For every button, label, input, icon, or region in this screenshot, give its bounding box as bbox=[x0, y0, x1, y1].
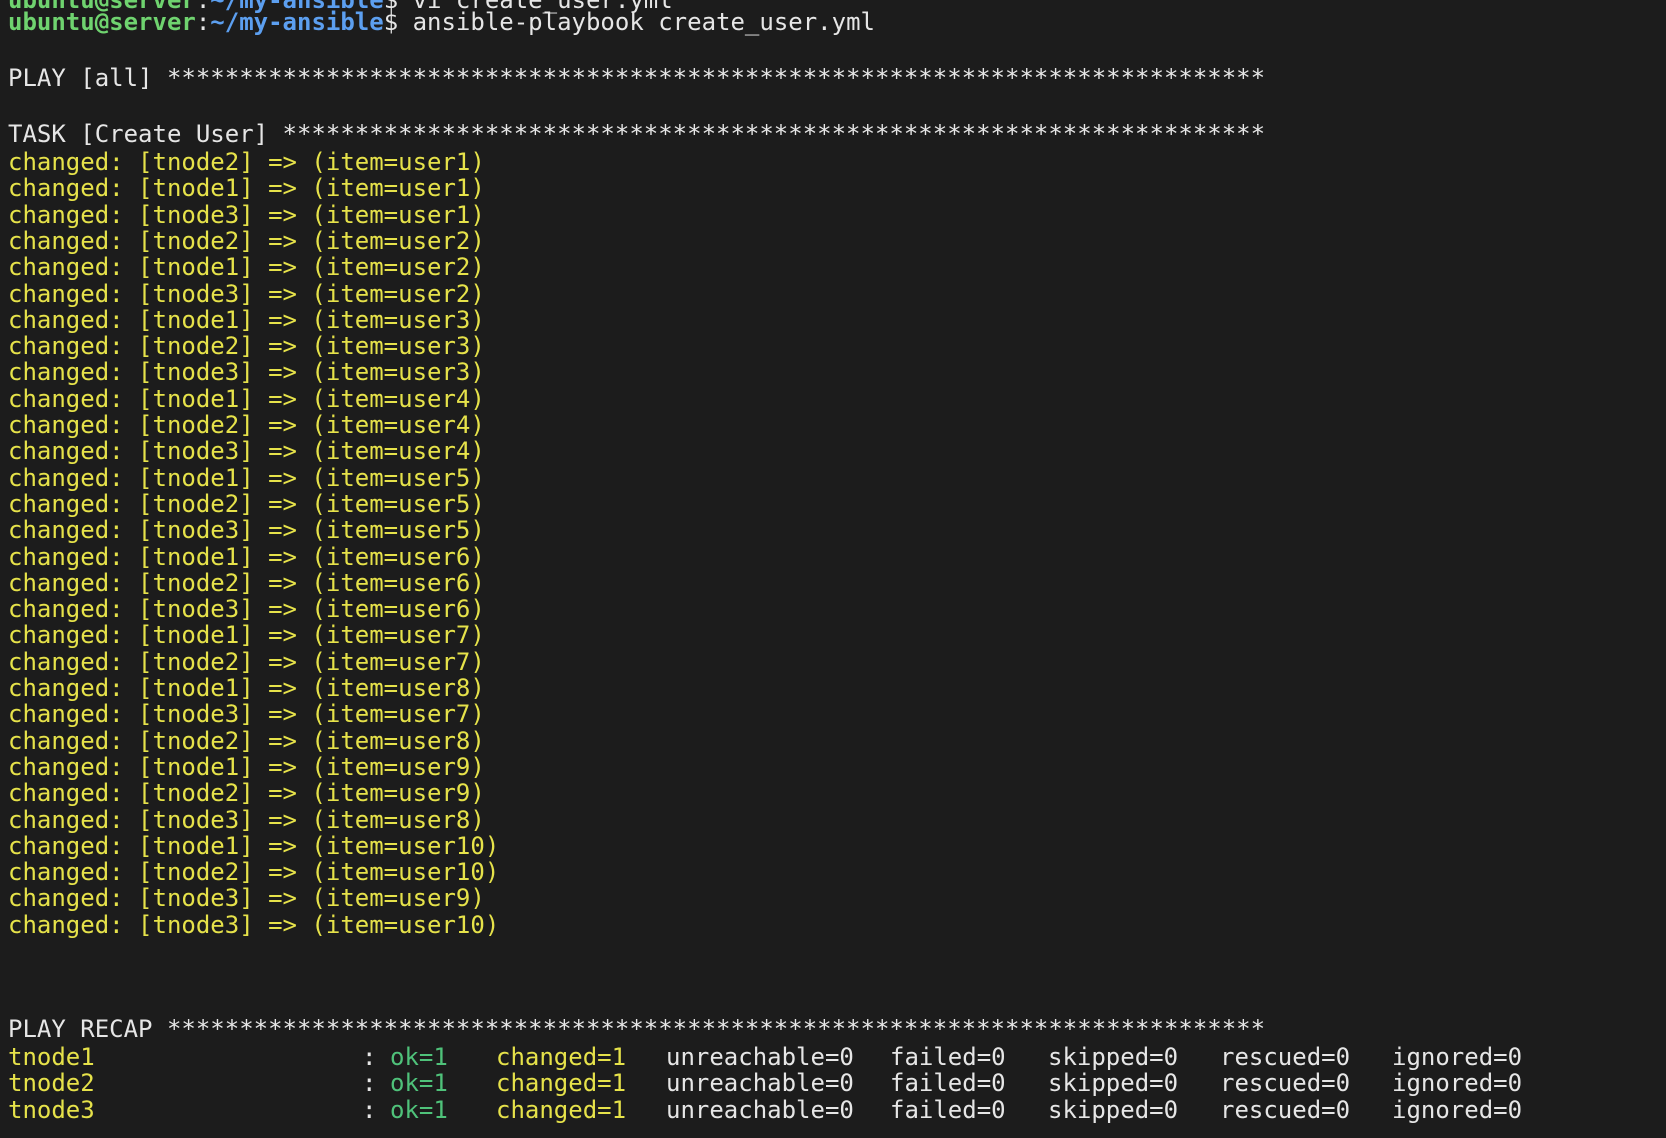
recap-host: tnode1 bbox=[8, 1043, 95, 1071]
recap-failed: failed=0 bbox=[890, 1043, 1006, 1071]
recap-ignored: ignored=0 bbox=[1392, 1043, 1523, 1071]
prompt-path: ~/my-ansible bbox=[210, 8, 384, 36]
recap-skipped: skipped=0 bbox=[1048, 1069, 1179, 1098]
recap-rescued: rescued=0 bbox=[1220, 1043, 1351, 1071]
task-output-line: changed: [tnode1] => (item=user4) bbox=[8, 384, 485, 413]
recap-failed: failed=0 bbox=[890, 1095, 1006, 1124]
task-output-line: changed: [tnode2] => (item=user2) bbox=[8, 226, 485, 255]
recap-rescued: rescued=0 bbox=[1220, 1069, 1351, 1098]
recap-colon: : bbox=[362, 1043, 377, 1071]
recap-ignored: ignored=0 bbox=[1392, 1069, 1523, 1098]
task-output-line: changed: [tnode3] => (item=user10) bbox=[8, 910, 500, 939]
task-output-line: changed: [tnode2] => (item=user4) bbox=[8, 411, 485, 439]
play-header: PLAY [all] *****************************… bbox=[8, 64, 1266, 92]
recap-skipped: skipped=0 bbox=[1048, 1043, 1179, 1071]
task-output-line: changed: [tnode1] => (item=user6) bbox=[8, 542, 485, 571]
task-output-line: changed: [tnode2] => (item=user5) bbox=[8, 489, 485, 518]
task-output-line: changed: [tnode3] => (item=user8) bbox=[8, 805, 485, 834]
recap-ignored: ignored=0 bbox=[1392, 1095, 1523, 1124]
recap-ok: ok=1 bbox=[390, 1069, 448, 1098]
task-output-line: changed: [tnode3] => (item=user3) bbox=[8, 358, 485, 387]
recap-colon: : bbox=[362, 1069, 377, 1098]
recap-colon: : bbox=[362, 1095, 377, 1124]
recap-row: tnode3: ok=1 changed=1 unreachable=0 failed=… bbox=[0, 1096, 1666, 1124]
task-output-line: changed: [tnode3] => (item=user2) bbox=[8, 279, 485, 308]
recap-row: tnode2: ok=1 changed=1 unreachable=0 failed=… bbox=[0, 1069, 1666, 1097]
task-output-line: changed: [tnode3] => (item=user7) bbox=[8, 700, 485, 729]
recap-failed: failed=0 bbox=[890, 1069, 1006, 1098]
recap-host: tnode2 bbox=[8, 1069, 95, 1098]
task-output-line: changed: [tnode3] => (item=user9) bbox=[8, 884, 485, 913]
task-output-line: changed: [tnode2] => (item=user6) bbox=[8, 568, 485, 597]
task-output-line: changed: [tnode1] => (item=user2) bbox=[8, 253, 485, 282]
task-output-line: changed: [tnode2] => (item=user1) bbox=[8, 148, 485, 176]
recap-unreachable: unreachable=0 bbox=[666, 1043, 854, 1071]
recap-changed: changed=1 bbox=[496, 1095, 627, 1124]
task-output-line: changed: [tnode3] => (item=user1) bbox=[8, 200, 485, 229]
play-recap-header: PLAY RECAP *****************************… bbox=[8, 1015, 1266, 1043]
recap-unreachable: unreachable=0 bbox=[666, 1069, 854, 1098]
recap-row: tnode1: ok=1 changed=1 unreachable=0 failed=… bbox=[0, 1043, 1666, 1071]
recap-rescued: rescued=0 bbox=[1220, 1095, 1351, 1124]
task-output-line: changed: [tnode3] => (item=user6) bbox=[8, 595, 485, 624]
task-output-line: changed: [tnode1] => (item=user8) bbox=[8, 674, 485, 702]
recap-ok: ok=1 bbox=[390, 1095, 448, 1124]
recap-host: tnode3 bbox=[8, 1095, 95, 1124]
task-output-line: changed: [tnode2] => (item=user10) bbox=[8, 858, 500, 887]
recap-unreachable: unreachable=0 bbox=[666, 1095, 854, 1124]
prompt-user: ubuntu@server bbox=[8, 8, 196, 36]
task-output-line: changed: [tnode1] => (item=user1) bbox=[8, 174, 485, 203]
recap-changed: changed=1 bbox=[496, 1069, 627, 1098]
task-output-line: changed: [tnode1] => (item=user3) bbox=[8, 305, 485, 334]
task-output-line: changed: [tnode3] => (item=user5) bbox=[8, 516, 485, 545]
recap-skipped: skipped=0 bbox=[1048, 1095, 1179, 1124]
task-output-line: changed: [tnode2] => (item=user8) bbox=[8, 726, 485, 755]
task-header: TASK [Create User] *********************… bbox=[8, 120, 1266, 148]
task-output-line: changed: [tnode3] => (item=user4) bbox=[8, 437, 485, 466]
task-output-line: changed: [tnode1] => (item=user9) bbox=[8, 752, 485, 781]
command-text: $ ansible-playbook create_user.yml bbox=[383, 8, 875, 36]
task-output-line: changed: [tnode1] => (item=user5) bbox=[8, 463, 485, 492]
task-output-line: changed: [tnode2] => (item=user3) bbox=[8, 332, 485, 361]
task-output-line: changed: [tnode2] => (item=user7) bbox=[8, 647, 485, 676]
task-output-line: changed: [tnode2] => (item=user9) bbox=[8, 779, 485, 808]
command-prompt-line: ubuntu@server:~/my-ansible$ ansible-play… bbox=[8, 8, 875, 36]
task-output-line: changed: [tnode1] => (item=user7) bbox=[8, 621, 485, 650]
recap-ok: ok=1 bbox=[390, 1043, 448, 1071]
recap-changed: changed=1 bbox=[496, 1043, 627, 1071]
task-output-line: changed: [tnode1] => (item=user10) bbox=[8, 831, 500, 860]
prompt-separator: : bbox=[195, 8, 211, 36]
terminal-window[interactable]: ubuntu@server:~/my-ansible$ vi create_us… bbox=[0, 0, 1666, 1138]
